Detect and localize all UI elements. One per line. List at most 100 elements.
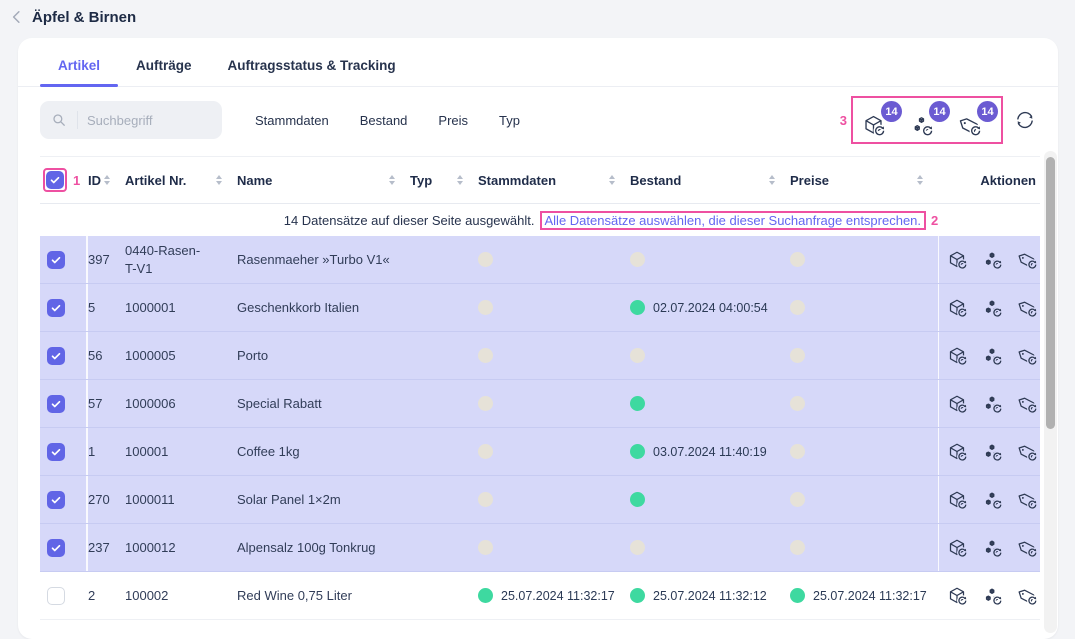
row-stock-sync-button[interactable] bbox=[982, 442, 1002, 462]
sort-bestand-icon[interactable] bbox=[767, 173, 777, 188]
price-sync-icon bbox=[1017, 346, 1037, 366]
row-checkbox[interactable] bbox=[47, 299, 65, 317]
sync-tools: 3 14 14 bbox=[840, 96, 1038, 144]
cell-aktionen bbox=[938, 332, 1040, 379]
stock-sync-button[interactable]: 14 bbox=[910, 101, 941, 139]
cell-name: Porto bbox=[237, 332, 410, 379]
row-checkbox[interactable] bbox=[47, 251, 65, 269]
row-price-sync-button[interactable] bbox=[1017, 442, 1037, 462]
cell-bestand-status bbox=[630, 236, 790, 283]
row-stock-sync-button[interactable] bbox=[982, 250, 1002, 270]
bestand-sync-date: 02.07.2024 04:00:54 bbox=[653, 301, 768, 315]
cell-name: Red Wine 0,75 Liter bbox=[237, 572, 410, 619]
tab-auftragsstatus-tracking[interactable]: Auftragsstatus & Tracking bbox=[210, 58, 414, 86]
row-checkbox[interactable] bbox=[47, 443, 65, 461]
filter-stammdaten[interactable]: Stammdaten bbox=[255, 113, 329, 128]
row-price-sync-button[interactable] bbox=[1017, 538, 1037, 558]
cell-preise-status bbox=[790, 380, 938, 427]
preise-status-dot bbox=[790, 492, 805, 507]
price-sync-icon bbox=[1017, 250, 1037, 270]
filter-typ[interactable]: Typ bbox=[499, 113, 520, 128]
refresh-button[interactable] bbox=[1014, 108, 1038, 132]
row-stock-sync-button[interactable] bbox=[982, 298, 1002, 318]
content-card: Artikel Aufträge Auftragsstatus & Tracki… bbox=[18, 38, 1058, 639]
search-input[interactable]: Suchbegriff bbox=[40, 101, 222, 139]
cell-preise-status: 25.07.2024 11:32:17 bbox=[790, 572, 938, 619]
row-price-sync-button[interactable] bbox=[1017, 490, 1037, 510]
row-stock-sync-button[interactable] bbox=[982, 586, 1002, 606]
row-stock-sync-button[interactable] bbox=[982, 346, 1002, 366]
stammdaten-sync-date: 25.07.2024 11:32:17 bbox=[501, 589, 615, 603]
cell-article-no: 1000001 bbox=[125, 284, 217, 331]
row-checkbox[interactable] bbox=[47, 539, 65, 557]
row-checkbox[interactable] bbox=[47, 395, 65, 413]
row-checkbox[interactable] bbox=[47, 347, 65, 365]
topbar: Äpfel & Birnen bbox=[0, 0, 1075, 34]
row-price-sync-button[interactable] bbox=[1017, 346, 1037, 366]
row-article-sync-button[interactable] bbox=[947, 586, 967, 606]
table-row: 397 0440-Rasen-T-V1 Rasenmaeher »Turbo V… bbox=[40, 236, 1040, 284]
cell-id: 57 bbox=[88, 380, 125, 427]
row-price-sync-button[interactable] bbox=[1017, 298, 1037, 318]
bestand-status-dot bbox=[630, 348, 645, 363]
price-sync-button[interactable]: 14 bbox=[958, 101, 989, 139]
row-article-sync-button[interactable] bbox=[947, 538, 967, 558]
row-article-sync-button[interactable] bbox=[947, 442, 967, 462]
tab-artikel[interactable]: Artikel bbox=[40, 58, 118, 86]
select-all-matching-link[interactable]: Alle Datensätze auswählen, die dieser Su… bbox=[540, 211, 927, 230]
check-icon bbox=[50, 446, 62, 458]
stammdaten-status-dot bbox=[478, 444, 493, 459]
article-sync-icon bbox=[862, 114, 885, 137]
article-sync-badge: 14 bbox=[881, 101, 902, 122]
row-article-sync-button[interactable] bbox=[947, 394, 967, 414]
cell-id: 270 bbox=[88, 476, 125, 523]
selection-info-row: 14 Datensätze auf dieser Seite ausgewähl… bbox=[40, 204, 1040, 236]
sort-id-icon[interactable] bbox=[102, 173, 112, 188]
filter-preis[interactable]: Preis bbox=[438, 113, 468, 128]
cell-id: 5 bbox=[88, 284, 125, 331]
cell-typ bbox=[410, 236, 478, 283]
cell-preise-status bbox=[790, 236, 938, 283]
cell-preise-status bbox=[790, 428, 938, 475]
cell-name: Rasenmaeher »Turbo V1« bbox=[237, 236, 410, 283]
cell-id: 237 bbox=[88, 524, 125, 571]
sort-preise-icon[interactable] bbox=[915, 173, 925, 188]
annotation-1-box bbox=[43, 168, 67, 192]
cell-bestand-status bbox=[630, 380, 790, 427]
scrollbar-thumb[interactable] bbox=[1046, 157, 1055, 429]
cell-bestand-status bbox=[630, 332, 790, 379]
sort-typ-icon[interactable] bbox=[455, 173, 465, 188]
article-sync-icon bbox=[947, 490, 967, 510]
row-article-sync-button[interactable] bbox=[947, 298, 967, 318]
row-checkbox[interactable] bbox=[47, 491, 65, 509]
cell-aktionen bbox=[938, 236, 1040, 283]
row-stock-sync-button[interactable] bbox=[982, 490, 1002, 510]
back-button[interactable] bbox=[4, 4, 30, 30]
sort-stammdaten-icon[interactable] bbox=[607, 173, 617, 188]
check-icon bbox=[50, 542, 62, 554]
tab-auftraege[interactable]: Aufträge bbox=[118, 58, 210, 86]
cell-article-no: 100002 bbox=[125, 572, 217, 619]
filter-bestand[interactable]: Bestand bbox=[360, 113, 408, 128]
row-stock-sync-button[interactable] bbox=[982, 394, 1002, 414]
table-row: 57 1000006 Special Rabatt bbox=[40, 380, 1040, 428]
row-article-sync-button[interactable] bbox=[947, 346, 967, 366]
row-checkbox[interactable] bbox=[47, 587, 65, 605]
cell-article-no: 1000012 bbox=[125, 524, 217, 571]
row-article-sync-button[interactable] bbox=[947, 250, 967, 270]
row-price-sync-button[interactable] bbox=[1017, 586, 1037, 606]
row-price-sync-button[interactable] bbox=[1017, 394, 1037, 414]
select-all-checkbox[interactable] bbox=[46, 171, 64, 189]
row-article-sync-button[interactable] bbox=[947, 490, 967, 510]
article-sync-icon bbox=[947, 394, 967, 414]
sort-name-icon[interactable] bbox=[387, 173, 397, 188]
annotation-3: 3 bbox=[840, 113, 847, 128]
row-stock-sync-button[interactable] bbox=[982, 538, 1002, 558]
row-price-sync-button[interactable] bbox=[1017, 250, 1037, 270]
check-icon bbox=[50, 254, 62, 266]
article-sync-button[interactable]: 14 bbox=[862, 101, 893, 139]
cell-name: Geschenkkorb Italien bbox=[237, 284, 410, 331]
sort-artikel-nr-icon[interactable] bbox=[214, 173, 224, 188]
cell-aktionen bbox=[938, 428, 1040, 475]
col-typ: Typ bbox=[410, 173, 432, 188]
